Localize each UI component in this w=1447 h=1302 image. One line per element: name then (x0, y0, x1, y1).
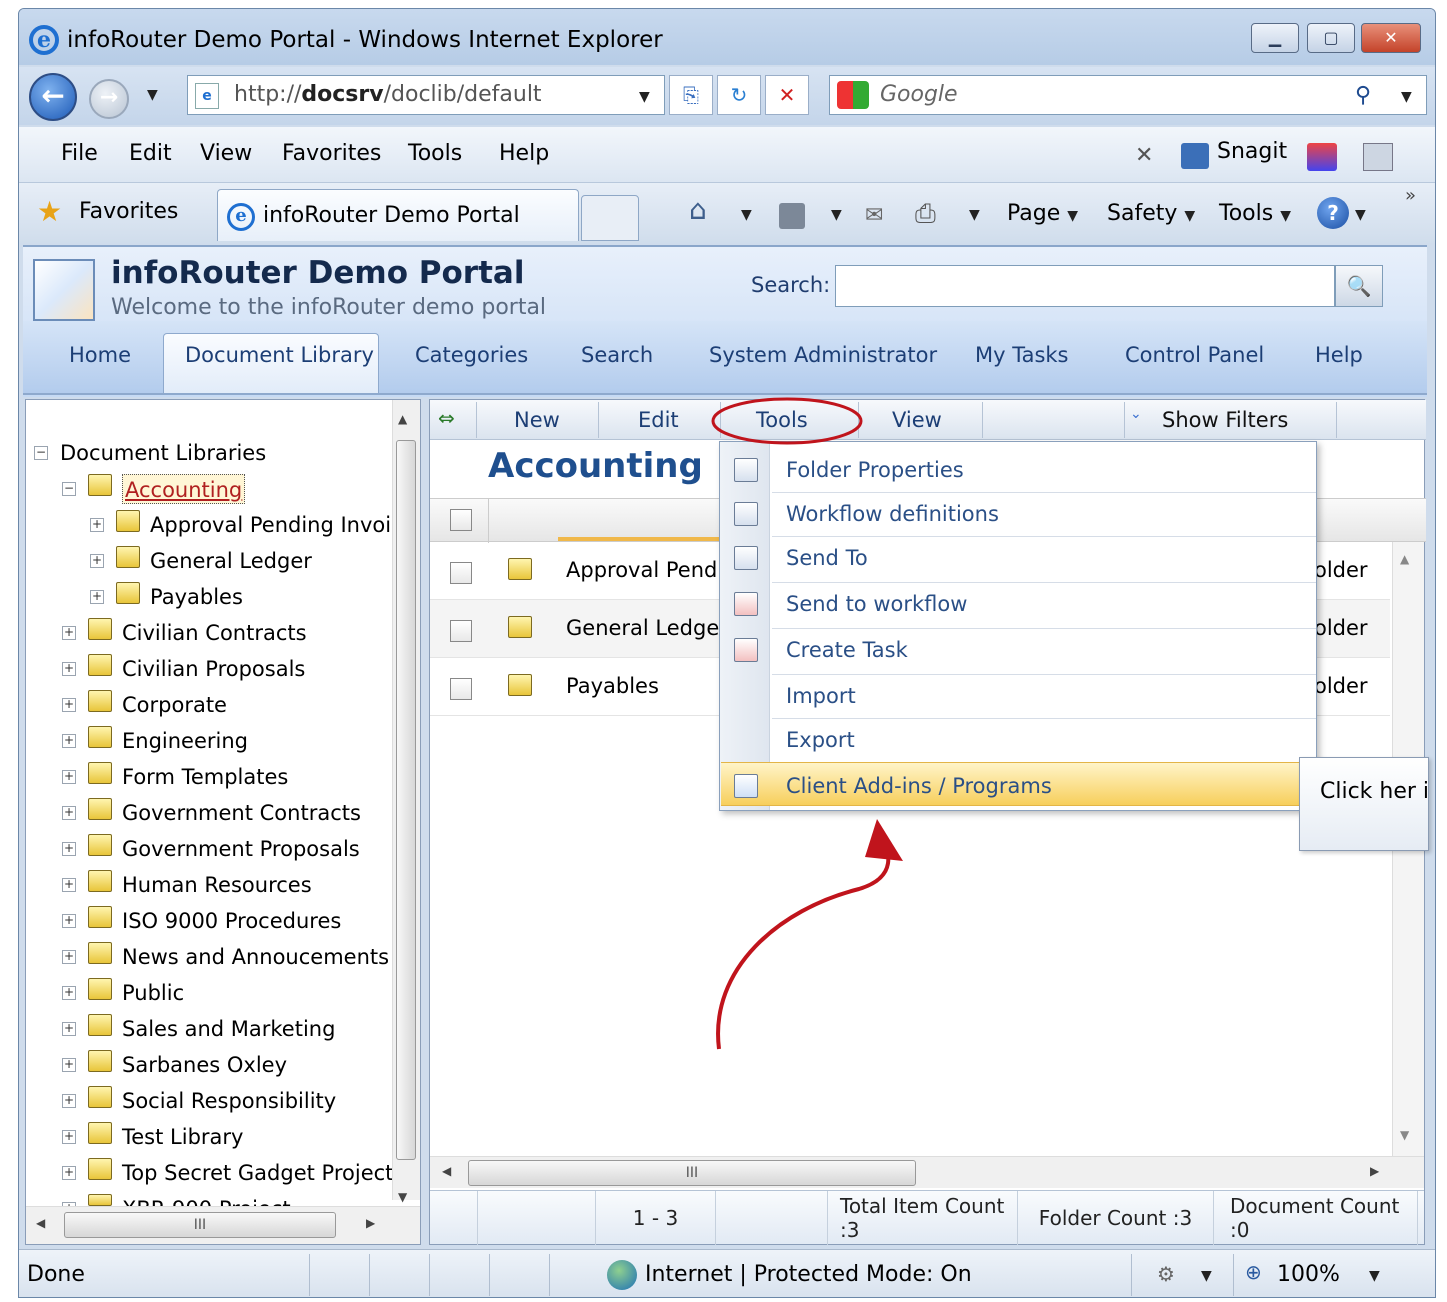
status-text: Done (27, 1262, 85, 1287)
separator (369, 1254, 370, 1296)
protected-mode-icon[interactable]: ⚙ (1157, 1262, 1175, 1286)
separator (309, 1254, 310, 1296)
separator (1131, 1254, 1132, 1296)
separator (489, 1254, 490, 1296)
globe-icon (607, 1260, 637, 1290)
separator (1233, 1254, 1234, 1296)
zoom-icon[interactable]: ⊕ (1245, 1260, 1262, 1284)
zoom-level[interactable]: 100% (1277, 1262, 1340, 1287)
ie-window: e infoRouter Demo Portal - Windows Inter… (18, 8, 1436, 1298)
status-bar: Done Internet | Protected Mode: On ⚙ ▼ ⊕… (19, 1249, 1435, 1297)
protected-dropdown-icon[interactable]: ▼ (1201, 1268, 1212, 1284)
annotation-overlay (711, 397, 903, 1050)
annotation-arrow-line (716, 837, 891, 1050)
annotation-arrow-head (865, 819, 903, 861)
separator (429, 1254, 430, 1296)
separator (549, 1254, 550, 1296)
security-zone[interactable]: Internet | Protected Mode: On (645, 1262, 972, 1287)
tools-highlight-ellipse (711, 397, 863, 445)
zoom-dropdown-icon[interactable]: ▼ (1369, 1268, 1380, 1284)
screenshot: e infoRouter Demo Portal - Windows Inter… (0, 0, 1447, 1302)
